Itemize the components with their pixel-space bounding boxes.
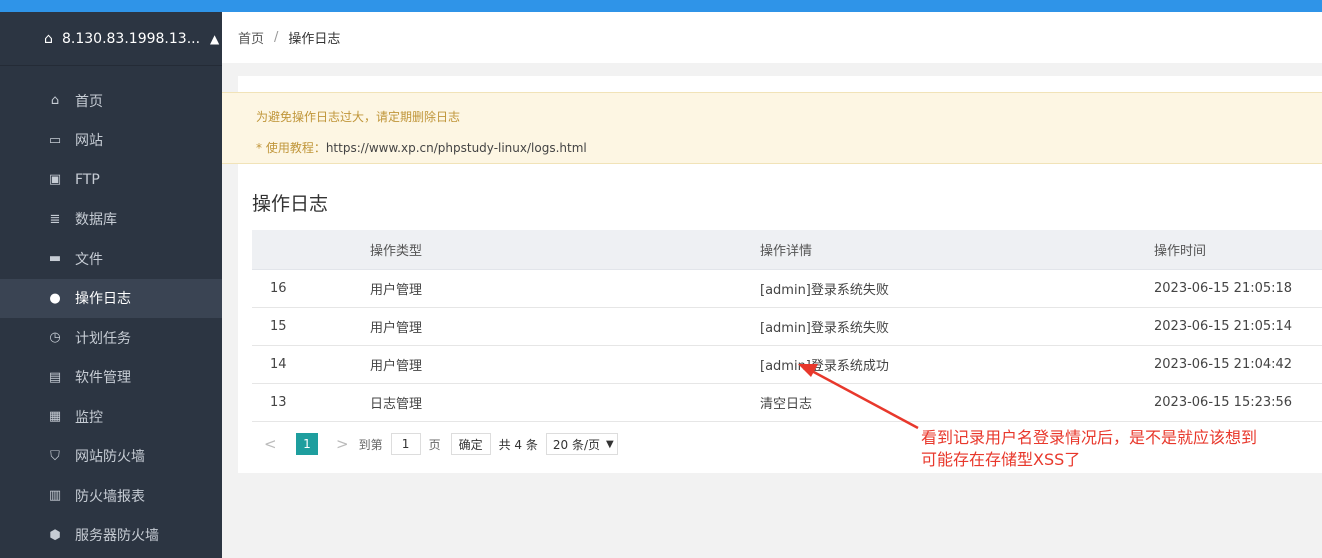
- sidebar-item-monitor[interactable]: ▦ 监控: [0, 397, 222, 437]
- cell-time: 2023-06-15 21:05:18: [1142, 269, 1322, 308]
- cell-id: 15: [252, 307, 354, 346]
- sidebar-item-label: 监控: [75, 409, 103, 426]
- sidebar-item-software[interactable]: ▤ 软件管理: [0, 358, 222, 398]
- sidebar-item-label: 防火墙报表: [75, 488, 145, 505]
- top-accent-bar: [0, 0, 1322, 12]
- folder-icon: ▬: [48, 251, 62, 267]
- sidebar-item-files[interactable]: ▬ 文件: [0, 239, 222, 279]
- monitor-chart-icon: ▦: [48, 409, 62, 425]
- column-header-type: 操作类型: [354, 230, 748, 270]
- sidebar-item-label: FTP: [75, 171, 100, 188]
- server-selector[interactable]: ⌂ 8.130.83.1998.13... ▲: [0, 12, 222, 66]
- column-header-time: 操作时间: [1142, 230, 1322, 270]
- column-header-detail: 操作详情: [748, 230, 1142, 270]
- sidebar-item-firewall-report[interactable]: ▥ 防火墙报表: [0, 476, 222, 516]
- sidebar-item-label: 网站防火墙: [75, 449, 145, 466]
- cell-type: 用户管理: [354, 345, 748, 384]
- ftp-icon: ▣: [48, 172, 62, 188]
- total-count: 共 4 条: [498, 437, 538, 452]
- shield-icon: ⛉: [50, 448, 60, 464]
- prev-page-button[interactable]: <: [264, 435, 280, 453]
- sidebar-item-home[interactable]: ⌂ 首页: [0, 81, 222, 121]
- cell-time: 2023-06-15 21:04:42: [1142, 345, 1322, 384]
- annotation-line-1: 看到记录用户名登录情况后，是不是就应该想到: [921, 428, 1258, 447]
- notice-line-2: * 使用教程：https://www.xp.cn/phpstudy-linux/…: [256, 139, 587, 156]
- sidebar-item-operation-log[interactable]: ● 操作日志: [0, 278, 222, 318]
- sidebar-item-website[interactable]: ▭ 网站: [0, 121, 222, 161]
- breadcrumb-home-link[interactable]: 首页: [238, 28, 264, 47]
- log-table: 操作类型 操作详情 操作时间 16 用户管理 [admin]登录系统失败 202…: [252, 230, 1322, 422]
- table-row: 14 用户管理 [admin]登录系统成功 2023-06-15 21:04:4…: [252, 345, 1322, 384]
- cell-type: 用户管理: [354, 307, 748, 346]
- page-title: 操作日志: [252, 193, 329, 215]
- goto-page-input[interactable]: 1: [390, 433, 421, 455]
- pagination: < 1 > 到第 1 页 确定 共 4 条 20 条/页 ▼: [252, 424, 618, 464]
- sidebar-item-label: 数据库: [75, 212, 117, 229]
- cell-id: 16: [252, 269, 354, 308]
- sidebar-item-server-firewall[interactable]: ⬢ 服务器防火墙: [0, 516, 222, 556]
- cell-detail: [admin]登录系统失败: [748, 269, 1142, 308]
- sidebar-item-label: 首页: [75, 93, 103, 110]
- table-row: 16 用户管理 [admin]登录系统失败 2023-06-15 21:05:1…: [252, 269, 1322, 308]
- report-icon: ▥: [48, 488, 62, 504]
- sidebar-item-scheduled-tasks[interactable]: ◷ 计划任务: [0, 318, 222, 358]
- sidebar-item-label: 网站: [75, 133, 103, 150]
- notice-prefix: * 使用教程：: [256, 141, 326, 155]
- cell-time: 2023-06-15 21:05:14: [1142, 307, 1322, 346]
- cell-detail: 清空日志: [748, 383, 1142, 422]
- sidebar-item-label: 软件管理: [75, 370, 131, 387]
- table-row: 15 用户管理 [admin]登录系统失败 2023-06-15 21:05:1…: [252, 307, 1322, 346]
- cell-time: 2023-06-15 15:23:56: [1142, 383, 1322, 422]
- tutorial-link[interactable]: https://www.xp.cn/phpstudy-linux/logs.ht…: [326, 141, 587, 155]
- caret-up-icon: ▲: [210, 31, 220, 46]
- sidebar-item-label: 操作日志: [75, 291, 131, 308]
- column-header-id: [252, 230, 354, 270]
- cell-id: 14: [252, 345, 354, 384]
- chevron-down-icon: ▼: [606, 438, 614, 450]
- sidebar-item-label: 计划任务: [75, 330, 131, 347]
- cell-type: 日志管理: [354, 383, 748, 422]
- page-1-button[interactable]: 1: [296, 433, 318, 455]
- next-page-button[interactable]: >: [336, 435, 349, 453]
- annotation-line-2: 可能存在存储型XSS了: [921, 450, 1081, 469]
- notice-box: 为避免操作日志过大，请定期删除日志 * 使用教程：https://www.xp.…: [222, 92, 1322, 164]
- page-size-value: 20 条/页: [552, 437, 601, 452]
- cell-type: 用户管理: [354, 269, 748, 308]
- sidebar-menu: ⌂ 首页 ▭ 网站 ▣ FTP ≣ 数据库 ▬ 文件 ● 操作日志 ◷ 计划任务 ▤ 软件管理 …: [0, 81, 222, 555]
- notice-line-1: 为避免操作日志过大，请定期删除日志: [256, 110, 461, 124]
- sidebar-item-label: 服务器防火墙: [75, 528, 159, 545]
- home-icon: ⌂: [44, 30, 53, 47]
- page-unit-label: 页: [428, 437, 441, 452]
- database-icon: ≣: [49, 211, 61, 227]
- annotation-text: 看到记录用户名登录情况后，是不是就应该想到 可能存在存储型XSS了: [921, 427, 1257, 471]
- confirm-button[interactable]: 确定: [450, 433, 491, 455]
- table-header-row: 操作类型 操作详情 操作时间: [252, 230, 1322, 270]
- breadcrumb-separator: /: [274, 30, 279, 45]
- clock-icon: ◷: [49, 330, 61, 346]
- breadcrumb-current: 操作日志: [288, 32, 341, 47]
- page-size-select[interactable]: 20 条/页 ▼: [545, 433, 618, 455]
- sidebar: ⌂ 8.130.83.1998.13... ▲ ⌂ 首页 ▭ 网站 ▣ FTP ≣ 数据…: [0, 12, 222, 558]
- sidebar-item-label: 文件: [75, 251, 103, 268]
- sidebar-item-web-firewall[interactable]: ⛉ 网站防火墙: [0, 437, 222, 477]
- server-host: 8.130.83.1998.13...: [62, 30, 201, 47]
- sidebar-item-database[interactable]: ≣ 数据库: [0, 200, 222, 240]
- cell-id: 13: [252, 383, 354, 422]
- server-shield-icon: ⬢: [49, 527, 61, 543]
- breadcrumb: 首页 / 操作日志: [222, 12, 1322, 63]
- log-icon: ●: [49, 290, 61, 306]
- cell-detail: [admin]登录系统成功: [748, 345, 1142, 384]
- sidebar-item-ftp[interactable]: ▣ FTP: [0, 160, 222, 200]
- cell-detail: [admin]登录系统失败: [748, 307, 1142, 346]
- monitor-icon: ▭: [48, 132, 62, 148]
- table-row: 13 日志管理 清空日志 2023-06-15 15:23:56: [252, 383, 1322, 422]
- software-icon: ▤: [48, 369, 62, 385]
- goto-label: 到第: [358, 437, 383, 452]
- home-icon: ⌂: [50, 93, 60, 109]
